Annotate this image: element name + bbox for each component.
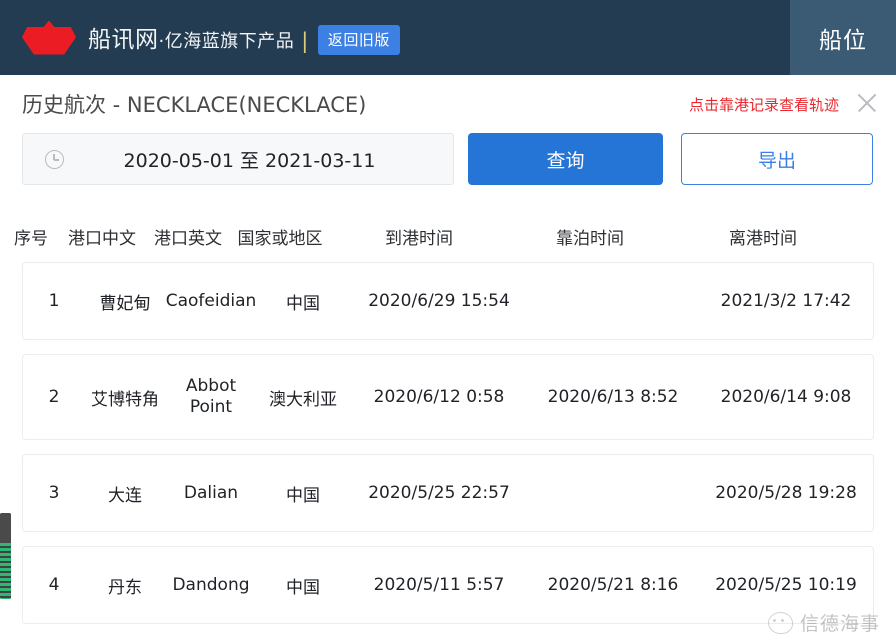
slider-track[interactable]	[0, 543, 11, 599]
date-range-input[interactable]: 2020-05-01 至 2021-03-11	[22, 133, 454, 185]
brand-divider: |	[301, 28, 309, 53]
export-button[interactable]: 导出	[681, 133, 873, 185]
column-header-port-cn: 港口中文	[68, 228, 136, 249]
brand-title: 船讯网·亿海蓝旗下产品 | 返回旧版	[88, 20, 400, 56]
cell-port-en: Dandong	[172, 574, 250, 595]
date-range-value[interactable]: 2020-05-01 至 2021-03-11	[64, 146, 453, 173]
column-header-index: 序号	[14, 228, 48, 249]
cell-arrival: 2020/5/11 5:57	[373, 575, 505, 595]
cell-arrival: 2020/5/25 22:57	[368, 483, 510, 503]
history-voyage-page: 船讯网·亿海蓝旗下产品 | 返回旧版 船位 历史航次 - NECKLACE(NECK…	[0, 0, 896, 644]
table-row[interactable]: 3 大连 Dalian 中国 2020/5/25 22:57 2020/5/28…	[22, 454, 874, 532]
cell-departure: 2021/3/2 17:42	[720, 291, 852, 311]
brand-sub-label: ·亿海蓝旗下产品	[158, 30, 295, 52]
ship-position-label: 船位	[819, 27, 867, 54]
brand-main-label: 船讯网	[88, 26, 159, 53]
cell-index: 4	[48, 575, 60, 595]
table-row[interactable]: 1 曹妃甸 Caofeidian 中国 2020/6/29 15:54 2021…	[22, 262, 874, 340]
column-header-berth: 靠泊时间	[556, 228, 624, 249]
cell-country: 中国	[286, 293, 320, 314]
table-header: 序号 港口中文 港口英文 国家或地区 到港时间 靠泊时间 离港时间	[0, 214, 896, 258]
table-row[interactable]: 2 艾博特角 Abbot Point 澳大利亚 2020/6/12 0:58 2…	[22, 354, 874, 440]
cell-departure: 2020/5/25 10:19	[715, 575, 857, 595]
column-header-country: 国家或地区	[237, 228, 323, 249]
boat-logo-icon	[22, 20, 76, 55]
cell-country: 中国	[286, 577, 320, 598]
cell-port-cn: 大连	[108, 485, 142, 506]
column-header-departure: 离港时间	[729, 228, 797, 249]
page-title: 历史航次 - NECKLACE(NECKLACE)	[22, 93, 367, 117]
cell-port-cn: 丹东	[108, 577, 142, 598]
ship-position-panel[interactable]: 船位	[790, 0, 896, 75]
filter-toolbar: 2020-05-01 至 2021-03-11 查询 导出	[0, 133, 896, 189]
query-button[interactable]: 查询	[468, 133, 663, 185]
close-icon[interactable]	[853, 89, 881, 117]
slider-handle[interactable]	[0, 513, 11, 543]
cell-index: 1	[48, 291, 60, 311]
cell-port-en: Caofeidian	[165, 290, 257, 311]
left-edge-slider[interactable]	[0, 513, 11, 599]
cell-index: 3	[48, 483, 60, 503]
view-track-link[interactable]: 点击靠港记录查看轨迹	[689, 94, 839, 115]
table-body: 1 曹妃甸 Caofeidian 中国 2020/6/29 15:54 2021…	[0, 262, 896, 638]
cell-index: 2	[48, 387, 60, 407]
cell-arrival: 2020/6/29 15:54	[368, 291, 510, 311]
cell-departure: 2020/5/28 19:28	[715, 483, 857, 503]
cell-arrival: 2020/6/12 0:58	[373, 387, 505, 407]
old-version-button[interactable]: 返回旧版	[317, 25, 400, 56]
brand-block[interactable]: 船讯网·亿海蓝旗下产品 | 返回旧版	[0, 20, 400, 56]
title-bar: 历史航次 - NECKLACE(NECKLACE) 点击靠港记录查看轨迹	[0, 75, 896, 130]
cell-port-cn: 艾博特角	[91, 389, 159, 410]
clock-icon	[45, 149, 64, 169]
cell-berth: 2020/6/13 8:52	[547, 387, 679, 407]
cell-country: 澳大利亚	[269, 389, 337, 410]
cell-country: 中国	[286, 485, 320, 506]
cell-port-en: Abbot Point	[185, 376, 237, 417]
cell-departure: 2020/6/14 9:08	[720, 387, 852, 407]
cell-port-cn: 曹妃甸	[99, 293, 151, 314]
column-header-arrival: 到港时间	[385, 228, 453, 249]
site-header: 船讯网·亿海蓝旗下产品 | 返回旧版 船位	[0, 0, 896, 75]
cell-port-en: Dalian	[183, 482, 239, 503]
column-header-port-en: 港口英文	[154, 228, 222, 249]
table-row[interactable]: 4 丹东 Dandong 中国 2020/5/11 5:57 2020/5/21…	[22, 546, 874, 624]
cell-berth: 2020/5/21 8:16	[547, 575, 679, 595]
